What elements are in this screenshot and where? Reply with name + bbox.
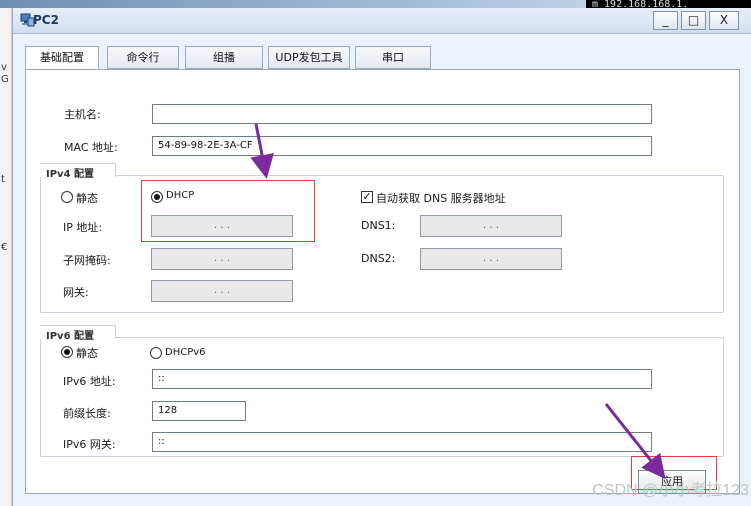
annotation-arrows [250,123,666,480]
annotation-arrow-down [250,123,274,179]
annotation-arrow-apply [604,403,666,480]
csdn-watermark: CSDN @小小考拉123 [592,482,749,499]
